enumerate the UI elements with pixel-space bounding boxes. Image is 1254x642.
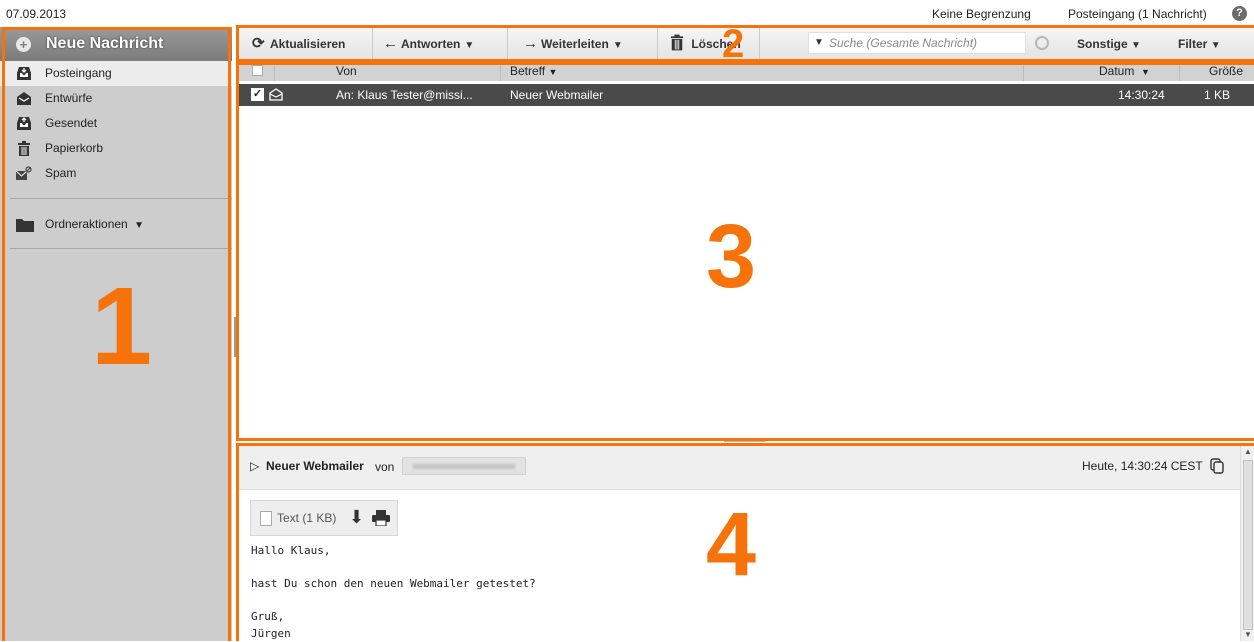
column-size[interactable]: Größe xyxy=(1209,64,1243,78)
open-envelope-icon xyxy=(269,88,283,101)
column-divider xyxy=(274,61,275,81)
select-all-checkbox[interactable] xyxy=(252,65,263,76)
new-message-label: Neue Nachricht xyxy=(46,35,163,53)
filter-menu[interactable]: Filter ▼ xyxy=(1178,27,1221,61)
body-line xyxy=(251,593,536,610)
reply-button[interactable]: ←Antworten▼ xyxy=(373,27,508,61)
quota-label: Keine Begrenzung xyxy=(932,7,1031,21)
plus-icon: + xyxy=(16,37,31,52)
search-input[interactable]: ▼ Suche (Gesamte Nachricht) xyxy=(808,32,1026,54)
drafts-icon xyxy=(16,91,32,106)
sent-icon xyxy=(16,116,32,131)
preview-header: ▷ Neuer Webmailer von Heute, 14:30:24 CE… xyxy=(238,446,1240,490)
scroll-thumb[interactable] xyxy=(1243,460,1253,630)
sidebar-item-label: Posteingang xyxy=(45,66,112,80)
print-icon[interactable] xyxy=(372,510,390,526)
arrow-left-icon: ← xyxy=(383,27,401,61)
row-from: An: Klaus Tester@missi... xyxy=(336,88,473,102)
annotation-number-1: 1 xyxy=(91,272,152,382)
forward-button[interactable]: →Weiterleiten▼ xyxy=(508,27,658,61)
chevron-down-icon: ▼ xyxy=(464,40,474,51)
sidebar-item-drafts[interactable]: Entwürfe xyxy=(0,86,232,111)
row-subject: Neuer Webmailer xyxy=(510,88,603,102)
column-divider xyxy=(1023,61,1024,81)
inbox-icon xyxy=(16,66,32,81)
sidebar-item-sent[interactable]: Gesendet xyxy=(0,111,232,136)
chevron-down-icon: ▼ xyxy=(1131,40,1141,51)
message-body: Hallo Klaus, hast Du schon den neuen Web… xyxy=(251,543,536,642)
status-bar: 07.09.2013 Keine Begrenzung Posteingang … xyxy=(0,0,1254,27)
annotation-number-3: 3 xyxy=(706,212,756,302)
body-line: hast Du schon den neuen Webmailer getest… xyxy=(251,576,536,593)
folder-icon xyxy=(16,218,34,232)
chevron-down-icon: ▼ xyxy=(1141,67,1150,77)
annotation-number-2: 2 xyxy=(722,24,744,64)
expand-icon[interactable]: ▷ xyxy=(250,459,259,473)
sender-name-blurred[interactable] xyxy=(402,457,526,475)
folder-actions-label: Ordneraktionen xyxy=(45,217,128,231)
scroll-down-icon[interactable]: ▼ xyxy=(1244,630,1252,639)
column-from[interactable]: Von xyxy=(336,64,357,78)
sidebar-item-spam[interactable]: Spam xyxy=(0,161,232,186)
chevron-down-icon: ▼ xyxy=(1211,40,1221,51)
attachment-box: Text (1 KB) ⬇ xyxy=(250,500,398,536)
trash-icon xyxy=(670,27,688,61)
download-icon[interactable]: ⬇ xyxy=(349,507,364,528)
row-checkbox[interactable]: ✓ xyxy=(251,88,264,101)
preview-timestamp: Heute, 14:30:24 CEST xyxy=(1082,459,1203,473)
current-date: 07.09.2013 xyxy=(6,7,66,21)
refresh-icon: ⟳ xyxy=(252,27,270,61)
refresh-button[interactable]: ⟳Aktualisieren xyxy=(238,27,373,61)
scroll-up-icon[interactable]: ▲ xyxy=(1244,447,1252,456)
chevron-down-icon: ▼ xyxy=(613,40,623,51)
chevron-down-icon: ▼ xyxy=(548,67,557,77)
divider xyxy=(10,248,232,249)
body-line: Hallo Klaus, xyxy=(251,543,536,560)
spam-icon xyxy=(16,166,32,181)
sidebar-item-inbox[interactable]: Posteingang xyxy=(0,61,232,86)
delete-button[interactable]: Löschen xyxy=(658,27,760,61)
divider xyxy=(10,198,232,199)
body-line: Jürgen xyxy=(251,626,536,642)
trash-icon xyxy=(16,141,32,156)
search-icon[interactable] xyxy=(1035,36,1049,50)
from-label: von xyxy=(375,460,394,474)
chevron-down-icon: ▼ xyxy=(134,220,144,231)
annotation-number-4: 4 xyxy=(706,500,756,590)
column-divider xyxy=(1179,61,1180,81)
table-row[interactable]: ✓ An: Klaus Tester@missi... Neuer Webmai… xyxy=(238,84,1254,106)
inbox-count-label: Posteingang (1 Nachricht) xyxy=(1068,7,1207,21)
new-message-button[interactable]: + Neue Nachricht xyxy=(0,27,232,61)
preview-scrollbar[interactable]: ▲ ▼ xyxy=(1240,446,1254,641)
row-size: 1 KB xyxy=(1204,88,1230,102)
toolbar: ⟳Aktualisieren ←Antworten▼ →Weiterleiten… xyxy=(238,27,1254,61)
sidebar-resize-handle[interactable] xyxy=(234,317,236,357)
sidebar-item-label: Entwürfe xyxy=(45,91,92,105)
arrow-right-icon: → xyxy=(523,27,541,61)
body-line xyxy=(251,560,536,577)
document-icon xyxy=(260,511,272,526)
more-menu[interactable]: Sonstige ▼ xyxy=(1077,27,1141,61)
body-line: Gruß, xyxy=(251,609,536,626)
sidebar-item-label: Papierkorb xyxy=(45,141,103,155)
sidebar-item-trash[interactable]: Papierkorb xyxy=(0,136,232,161)
preview-subject: Neuer Webmailer xyxy=(266,459,364,473)
column-date[interactable]: Datum ▼ xyxy=(1099,64,1150,78)
attachment-label[interactable]: Text (1 KB) xyxy=(277,511,336,525)
column-subject[interactable]: Betreff ▼ xyxy=(510,64,557,78)
column-divider xyxy=(500,61,501,81)
preview-resize-handle[interactable] xyxy=(724,440,766,442)
folder-list: Posteingang Entwürfe Gesendet Papierkorb… xyxy=(0,61,232,186)
sidebar-item-label: Spam xyxy=(45,166,76,180)
row-date: 14:30:24 xyxy=(1118,88,1165,102)
folder-actions-menu[interactable]: Ordneraktionen ▼ xyxy=(0,212,232,237)
help-icon[interactable]: ? xyxy=(1232,6,1247,21)
popout-icon[interactable] xyxy=(1210,458,1224,474)
chevron-down-icon: ▼ xyxy=(814,33,824,53)
message-list-header: Von Betreff ▼ Datum ▼ Größe xyxy=(238,61,1254,81)
sidebar-item-label: Gesendet xyxy=(45,116,97,130)
